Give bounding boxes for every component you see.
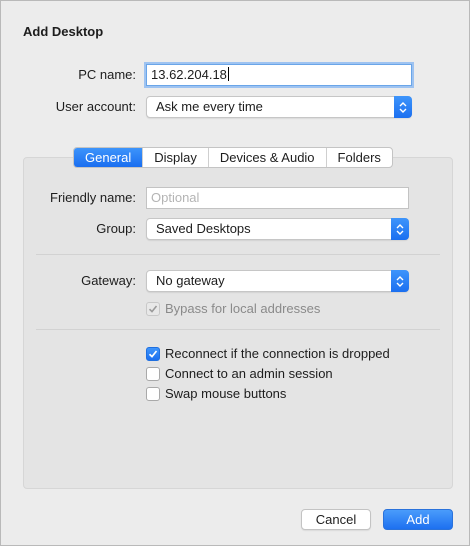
tab-display[interactable]: Display xyxy=(142,148,208,167)
popup-arrows-icon xyxy=(391,218,409,240)
separator xyxy=(36,329,440,330)
pc-name-value: 13.62.204.18 xyxy=(151,67,227,82)
reconnect-label: Reconnect if the connection is dropped xyxy=(165,346,390,361)
bypass-local-checkbox[interactable] xyxy=(146,301,160,316)
swap-mouse-label: Swap mouse buttons xyxy=(165,386,287,401)
popup-arrows-icon xyxy=(391,270,409,292)
admin-session-checkbox-row: Connect to an admin session xyxy=(146,366,333,381)
swap-mouse-checkbox-row: Swap mouse buttons xyxy=(146,386,286,401)
dialog-title: Add Desktop xyxy=(23,24,104,39)
gateway-value: No gateway xyxy=(156,273,225,288)
pc-name-field[interactable]: 13.62.204.18 xyxy=(146,64,412,86)
separator xyxy=(36,254,440,255)
cancel-button[interactable]: Cancel xyxy=(301,509,371,530)
friendly-name-field[interactable]: Optional xyxy=(146,187,409,209)
admin-session-checkbox[interactable] xyxy=(146,366,160,381)
group-popup[interactable]: Saved Desktops xyxy=(146,218,409,240)
reconnect-checkbox-row: Reconnect if the connection is dropped xyxy=(146,346,390,361)
popup-arrows-icon xyxy=(394,96,412,118)
user-account-value: Ask me every time xyxy=(156,99,263,114)
swap-mouse-checkbox[interactable] xyxy=(146,386,160,401)
friendly-name-placeholder: Optional xyxy=(151,190,200,205)
group-value: Saved Desktops xyxy=(156,221,251,236)
checkmark-icon xyxy=(148,304,158,313)
text-caret xyxy=(227,67,229,81)
friendly-name-label: Friendly name: xyxy=(50,190,136,205)
bypass-local-checkbox-row: Bypass for local addresses xyxy=(146,301,320,316)
bypass-local-label: Bypass for local addresses xyxy=(165,301,321,316)
checkmark-icon xyxy=(148,349,158,358)
group-label: Group: xyxy=(96,221,136,236)
tab-general[interactable]: General xyxy=(74,148,143,167)
user-account-popup[interactable]: Ask me every time xyxy=(146,96,412,118)
admin-session-label: Connect to an admin session xyxy=(165,366,333,381)
add-button[interactable]: Add xyxy=(383,509,453,530)
tab-devices-audio[interactable]: Devices & Audio xyxy=(207,148,326,167)
pc-name-label: PC name: xyxy=(78,67,136,82)
user-account-label: User account: xyxy=(55,99,136,114)
tab-bar: General Display Devices & Audio Folders xyxy=(73,147,393,168)
add-desktop-dialog: Add Desktop PC name: 13.62.204.18 User a… xyxy=(0,0,470,546)
tab-folders[interactable]: Folders xyxy=(325,148,392,167)
reconnect-checkbox[interactable] xyxy=(146,346,160,361)
gateway-popup[interactable]: No gateway xyxy=(146,270,409,292)
gateway-label: Gateway: xyxy=(81,273,136,288)
